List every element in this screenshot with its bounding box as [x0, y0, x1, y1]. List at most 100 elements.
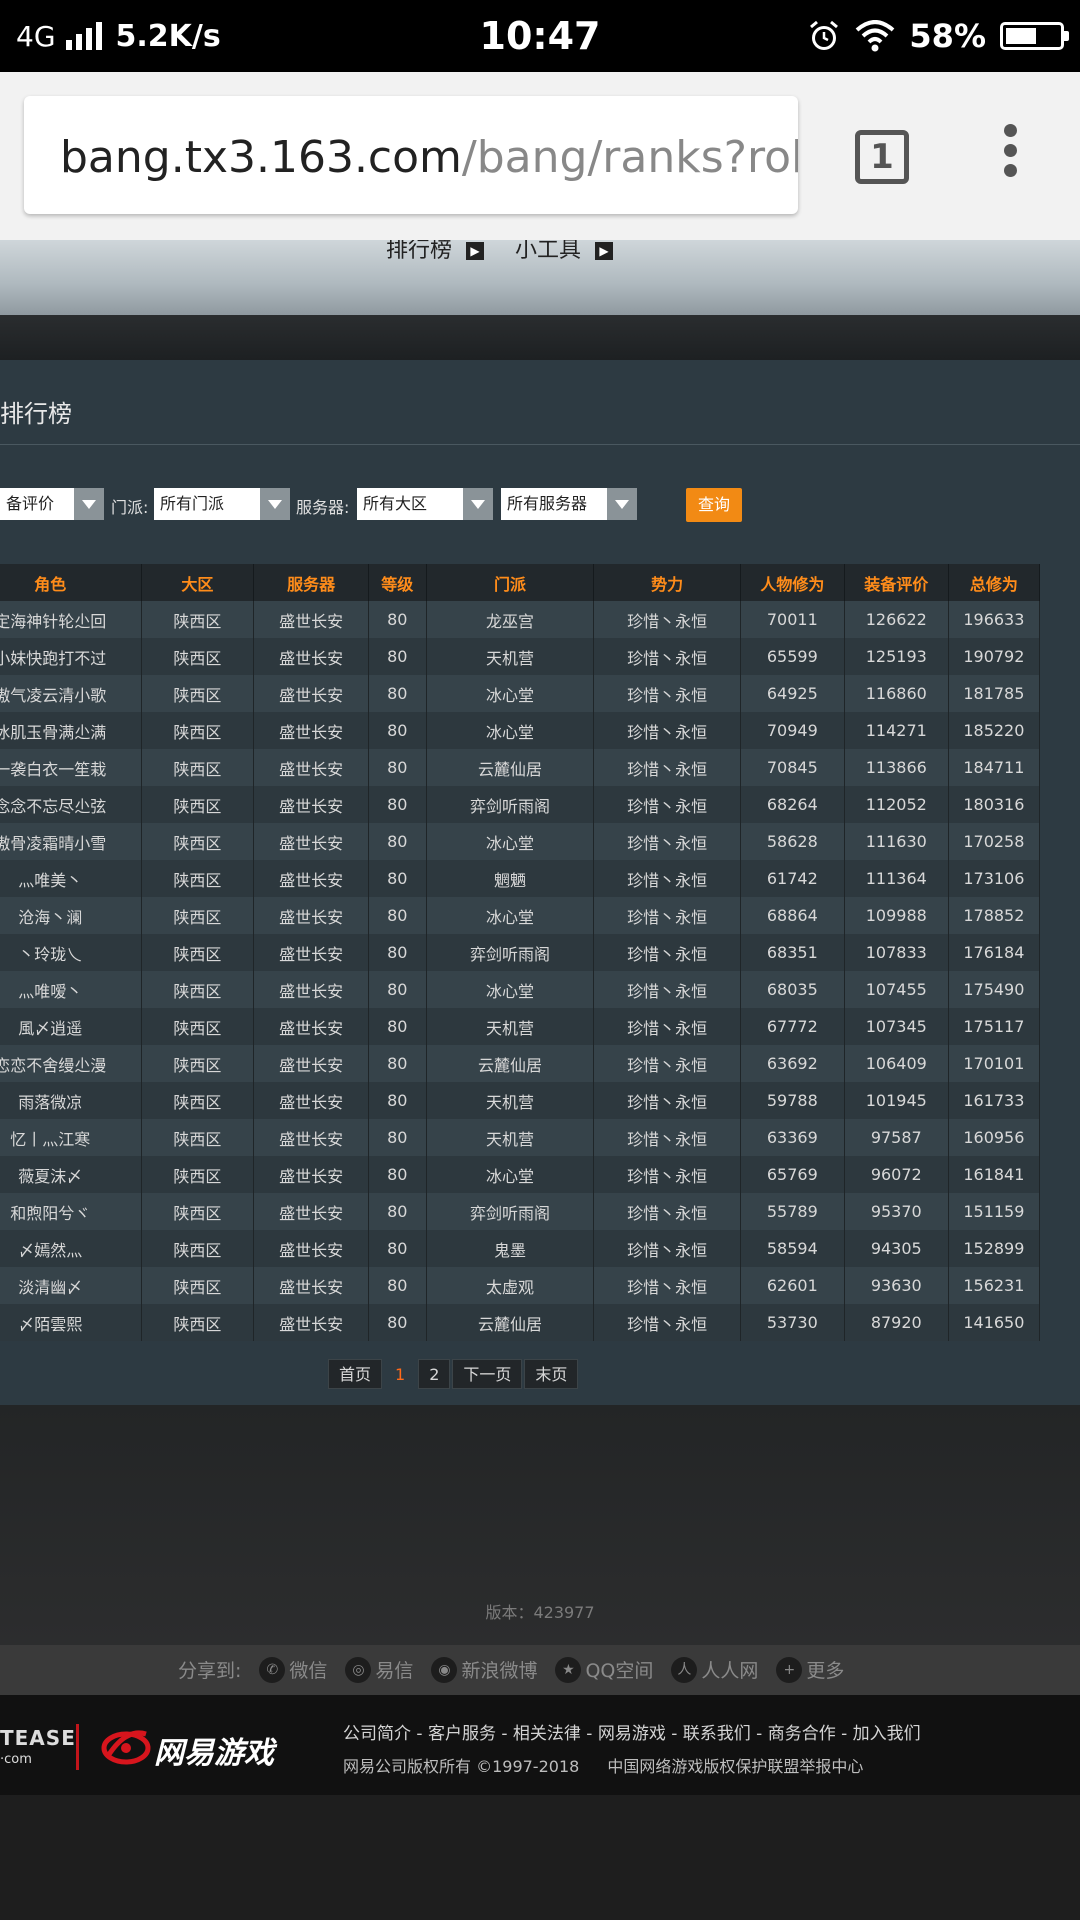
table-row[interactable]: 小妹快跑打不过 陕西区 盛世长安 80 天机营 珍惜丶永恒 65599 125193 19079… [0, 638, 1041, 675]
query-button[interactable]: 查询 [686, 488, 742, 522]
table-cell: 弈剑听雨阁 [426, 786, 595, 823]
next-page-button[interactable]: 下一页 [452, 1359, 523, 1389]
column-header: 服务器 [253, 564, 369, 601]
table-row[interactable]: 丶玲珑乀 陕西区 盛世长安 80 弈剑听雨阁 珍惜丶永恒 68351 107833 176184 [0, 934, 1041, 971]
table-cell: 196633 [948, 601, 1041, 638]
table-row[interactable]: 忆丨灬江寒 陕西区 盛世长安 80 天机营 珍惜丶永恒 63369 97587 160956 [0, 1119, 1041, 1156]
chevron-down-icon[interactable] [260, 488, 290, 520]
table-row[interactable]: 傲气凌云清小歌 陕西区 盛世长安 80 冰心堂 珍惜丶永恒 64925 116860 18178… [0, 675, 1041, 712]
share-yixin[interactable]: ◎ 易信 [345, 1656, 413, 1683]
address-bar[interactable]: bang.tx3.163.com/bang/ranks?role_ic [24, 96, 798, 214]
netease-logo[interactable]: TEASE [0, 1728, 76, 1748]
table-row[interactable]: 沧海丶澜 陕西区 盛世长安 80 冰心堂 珍惜丶永恒 68864 109988 178852 [0, 897, 1041, 934]
table-row[interactable]: 雨落微凉 陕西区 盛世长安 80 天机营 珍惜丶永恒 59788 101945 161733 [0, 1082, 1041, 1119]
url-text[interactable]: bang.tx3.163.com/bang/ranks?role_ic [60, 132, 798, 183]
table-cell: 陕西区 [141, 934, 255, 971]
nav-tools[interactable]: 小工具 ▶ [515, 240, 614, 264]
share-weibo[interactable]: ◉ 新浪微博 [431, 1656, 537, 1683]
table-cell: 〆陌雲熙 [0, 1304, 142, 1341]
chevron-down-icon[interactable] [74, 488, 104, 520]
school-select[interactable]: 所有门派 [154, 488, 290, 520]
overflow-menu-icon[interactable] [998, 124, 1022, 184]
table-cell: 陕西区 [141, 601, 255, 638]
table-cell: 106409 [844, 1045, 949, 1082]
sort-select[interactable]: 备评价 [0, 488, 104, 520]
table-cell: 陕西区 [141, 860, 255, 897]
table-cell: 雨落微凉 [0, 1082, 142, 1119]
table-cell: 盛世长安 [253, 1267, 369, 1304]
server-select[interactable]: 所有服务器 [501, 488, 637, 520]
table-cell: 125193 [844, 638, 949, 675]
version-text: 版本：423977 [485, 1603, 595, 1622]
first-page-button[interactable]: 首页 [328, 1359, 383, 1389]
page-2-button[interactable]: 2 [418, 1359, 451, 1389]
status-bar: 4G 5.2K/s 10:47 58% [0, 0, 1080, 72]
share-wechat-label: 微信 [289, 1660, 328, 1682]
server-label: 服务器: [296, 498, 350, 517]
table-cell: 云麓仙居 [426, 749, 595, 786]
region-select-value: 所有大区 [363, 494, 428, 513]
table-row[interactable]: 一袭白衣一笙栽 陕西区 盛世长安 80 云麓仙居 珍惜丶永恒 70845 113866 1847… [0, 749, 1041, 786]
chevron-down-icon[interactable] [463, 488, 493, 520]
share-qzone[interactable]: ★ QQ空间 [555, 1656, 653, 1683]
table-cell: 盛世长安 [253, 712, 369, 749]
table-cell: 薇夏沫〆 [0, 1156, 142, 1193]
table-cell: 80 [368, 675, 427, 712]
table-cell: 107345 [844, 1008, 949, 1045]
share-renren[interactable]: 人人人网 [671, 1656, 758, 1683]
tab-switcher-button[interactable]: 1 [855, 130, 909, 184]
table-cell: 116860 [844, 675, 949, 712]
table-cell: 陕西区 [141, 675, 255, 712]
table-cell: 和煦阳兮ヾ [0, 1193, 142, 1230]
chevron-down-icon[interactable] [607, 488, 637, 520]
plus-icon: + [776, 1656, 803, 1683]
table-row[interactable]: 薇夏沫〆 陕西区 盛世长安 80 冰心堂 珍惜丶永恒 65769 96072 161841 [0, 1156, 1041, 1193]
table-cell: 59788 [740, 1082, 845, 1119]
table-row[interactable]: 恋恋不舍缦尐漫 陕西区 盛世长安 80 云麓仙居 珍惜丶永恒 63692 106409 1701… [0, 1045, 1041, 1082]
battery-percent: 58% [909, 17, 986, 55]
share-more[interactable]: + 更多 [776, 1656, 844, 1683]
wifi-icon [856, 20, 895, 52]
table-cell: 盛世长安 [253, 601, 369, 638]
copyright-text: 网易公司版权所有 ©1997-2018 [343, 1757, 580, 1776]
region-select[interactable]: 所有大区 [357, 488, 493, 520]
report-center-link[interactable]: 中国网络游戏版权保护联盟举报中心 [607, 1757, 863, 1776]
table-cell: 陕西区 [141, 749, 255, 786]
last-page-button[interactable]: 末页 [524, 1359, 579, 1389]
battery-icon [1000, 22, 1069, 50]
table-cell: 天机营 [426, 1119, 595, 1156]
table-cell: 珍惜丶永恒 [593, 860, 741, 897]
table-cell: 天机营 [426, 1008, 595, 1045]
table-cell: 珍惜丶永恒 [593, 1156, 741, 1193]
table-cell: 珍惜丶永恒 [593, 675, 741, 712]
footer-links[interactable]: 公司简介 - 客户服务 - 相关法律 - 网易游戏 - 联系我们 - 商务合作 … [343, 1719, 921, 1744]
table-cell: 107833 [844, 934, 949, 971]
table-cell: 65599 [740, 638, 845, 675]
table-row[interactable]: 〆陌雲熙 陕西区 盛世长安 80 云麓仙居 珍惜丶永恒 53730 87920 141650 [0, 1304, 1041, 1341]
table-row[interactable]: 定海神针轮尐回 陕西区 盛世长安 80 龙巫宫 珍惜丶永恒 70011 126622 19663… [0, 601, 1041, 638]
share-wechat[interactable]: ✆ 微信 [259, 1656, 327, 1683]
table-row[interactable]: 冰肌玉骨满尐满 陕西区 盛世长安 80 冰心堂 珍惜丶永恒 70949 114271 18522… [0, 712, 1041, 749]
netease-games-logo[interactable]: 网易游戏 [154, 1728, 274, 1772]
table-cell: 盛世长安 [253, 934, 369, 971]
table-row[interactable]: 灬唯美丶 陕西区 盛世长安 80 魍魉 珍惜丶永恒 61742 111364 173106 [0, 860, 1041, 897]
table-row[interactable]: 風〆逍遥 陕西区 盛世长安 80 天机营 珍惜丶永恒 67772 107345 175117 [0, 1008, 1041, 1045]
table-cell: 陕西区 [141, 1230, 255, 1267]
table-cell: 156231 [948, 1267, 1041, 1304]
table-cell: 63369 [740, 1119, 845, 1156]
table-cell: 珍惜丶永恒 [593, 1193, 741, 1230]
table-row[interactable]: 傲骨凌霜晴小雪 陕西区 盛世长安 80 冰心堂 珍惜丶永恒 58628 111630 17025… [0, 823, 1041, 860]
table-row[interactable]: 念念不忘尽尐弦 陕西区 盛世长安 80 弈剑听雨阁 珍惜丶永恒 68264 112052 180… [0, 786, 1041, 823]
table-row[interactable]: 和煦阳兮ヾ 陕西区 盛世长安 80 弈剑听雨阁 珍惜丶永恒 55789 95370 151159 [0, 1193, 1041, 1230]
share-more-label: 更多 [806, 1660, 845, 1682]
table-cell: 113866 [844, 749, 949, 786]
table-cell: 175490 [948, 971, 1041, 1008]
table-row[interactable]: 〆嫣然灬 陕西区 盛世长安 80 鬼墨 珍惜丶永恒 58594 94305 152899 [0, 1230, 1041, 1267]
table-row[interactable]: 灬唯嗳丶 陕西区 盛世长安 80 冰心堂 珍惜丶永恒 68035 107455 175490 [0, 971, 1041, 1008]
table-row[interactable]: 淡清幽〆 陕西区 盛世长安 80 太虚观 珍惜丶永恒 62601 93630 156231 [0, 1267, 1041, 1304]
nav-ranks[interactable]: 排行榜 ▶ [386, 240, 485, 264]
alarm-icon [810, 20, 839, 50]
table-cell: 64925 [740, 675, 845, 712]
table-cell: 盛世长安 [253, 1119, 369, 1156]
page-title: 排行榜 [0, 400, 72, 428]
